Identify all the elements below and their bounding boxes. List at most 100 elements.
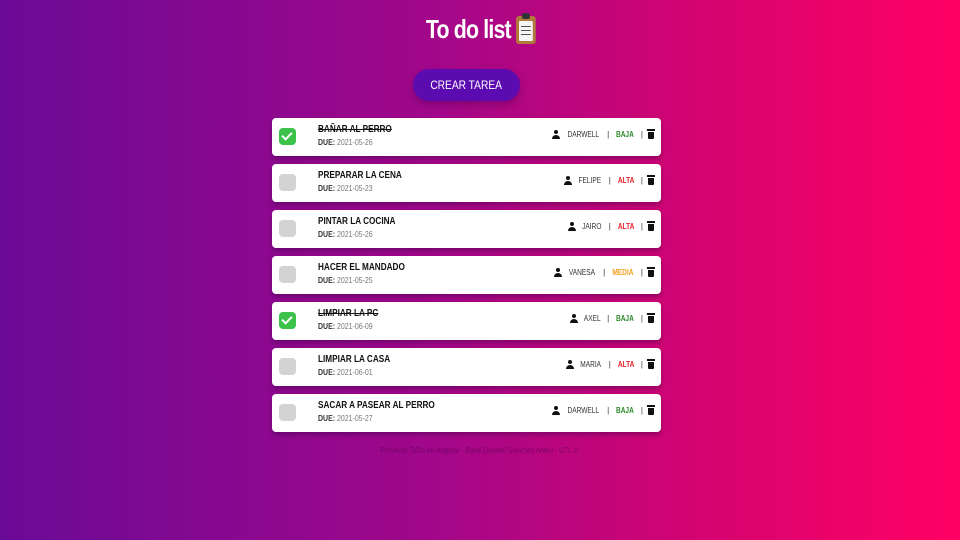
separator: | [640, 176, 643, 185]
task-name: LIMPIAR LA CASA [318, 354, 391, 365]
task-priority: BAJA [616, 314, 634, 323]
due-label: DUE: [318, 321, 336, 331]
task-meta: DARWELL | BAJA | [551, 129, 655, 139]
task-body: SACAR A PASEAR AL PERRO DUE: 2021-05-27 [318, 400, 460, 424]
task-body: PINTAR LA COCINA DUE: 2021-05-26 [318, 216, 412, 240]
trash-icon[interactable] [647, 129, 655, 139]
due-label: DUE: [318, 367, 336, 377]
task-item[interactable]: LIMPIAR LA PC DUE: 2021-06-09 AXEL | BAJ… [272, 302, 661, 340]
task-name: PINTAR LA COCINA [318, 216, 396, 227]
user-icon [569, 314, 578, 323]
task-meta: DARWELL | BAJA | [551, 405, 655, 415]
task-name: LIMPIAR LA PC [318, 308, 379, 319]
task-checkbox[interactable] [279, 358, 296, 375]
footer-text: Proyecto ToDo en Angular - Bane Darwell … [380, 446, 580, 455]
separator: | [640, 314, 643, 323]
task-meta: FELIPE | ALTA | [564, 175, 655, 185]
separator: | [607, 406, 610, 415]
task-checkbox[interactable] [279, 174, 296, 191]
task-body: HACER EL MANDADO DUE: 2021-05-25 [318, 262, 424, 286]
user-icon [568, 222, 577, 231]
user-icon [566, 360, 575, 369]
task-item[interactable]: PINTAR LA COCINA DUE: 2021-05-26 JAIRO |… [272, 210, 661, 248]
task-checkbox[interactable] [279, 404, 296, 421]
create-task-button[interactable]: CREAR TAREA [413, 69, 520, 101]
page-title-text: To do list [426, 14, 512, 44]
task-body: BAÑAR AL PERRO DUE: 2021-05-26 [318, 124, 408, 148]
task-priority: ALTA [617, 176, 635, 185]
task-assignee: DARWELL [566, 130, 599, 139]
due-label: DUE: [318, 413, 336, 423]
task-item[interactable]: LIMPIAR LA CASA DUE: 2021-06-01 MARIA | … [272, 348, 661, 386]
create-task-button-label: CREAR TAREA [430, 78, 503, 92]
footer: Proyecto ToDo en Angular - Bane Darwell … [0, 446, 960, 455]
task-due: DUE: 2021-06-09 [318, 320, 378, 332]
user-icon [551, 130, 560, 139]
task-meta: JAIRO | ALTA | [568, 221, 655, 231]
due-label: DUE: [318, 229, 336, 239]
task-assignee: VANESA [569, 268, 596, 277]
task-due-date: 2021-06-01 [336, 367, 373, 377]
separator: | [608, 222, 611, 231]
separator: | [640, 406, 643, 415]
trash-icon[interactable] [647, 175, 655, 185]
task-assignee: MARIA [580, 360, 602, 369]
separator: | [607, 314, 610, 323]
separator: | [640, 360, 643, 369]
task-meta: VANESA | MEDIA | [554, 267, 655, 277]
header: To do list [0, 12, 960, 45]
task-checkbox[interactable] [279, 266, 296, 283]
trash-icon[interactable] [647, 405, 655, 415]
task-name: SACAR A PASEAR AL PERRO [318, 400, 435, 411]
separator: | [640, 130, 643, 139]
task-due-date: 2021-05-23 [336, 183, 373, 193]
task-due: DUE: 2021-05-26 [318, 136, 392, 148]
task-assignee: DARWELL [566, 406, 599, 415]
task-priority: ALTA [617, 222, 635, 231]
task-name: HACER EL MANDADO [318, 262, 405, 273]
task-due: DUE: 2021-05-25 [318, 274, 405, 286]
task-name: BAÑAR AL PERRO [318, 124, 392, 135]
task-assignee: FELIPE [578, 176, 602, 185]
separator: | [640, 268, 643, 277]
task-item[interactable]: PREPARAR LA CENA DUE: 2021-05-23 FELIPE … [272, 164, 661, 202]
task-due: DUE: 2021-05-23 [318, 182, 402, 194]
task-checkbox[interactable] [279, 312, 296, 329]
user-icon [564, 176, 573, 185]
task-item[interactable]: SACAR A PASEAR AL PERRO DUE: 2021-05-27 … [272, 394, 661, 432]
task-assignee: JAIRO [582, 222, 602, 231]
trash-icon[interactable] [647, 221, 655, 231]
trash-icon[interactable] [647, 267, 655, 277]
task-due: DUE: 2021-05-27 [318, 412, 435, 424]
due-label: DUE: [318, 275, 336, 285]
task-due-date: 2021-05-25 [336, 275, 373, 285]
user-icon [551, 406, 560, 415]
task-due-date: 2021-05-27 [336, 413, 373, 423]
task-assignee: AXEL [583, 314, 601, 323]
task-priority: BAJA [616, 130, 634, 139]
task-item[interactable]: HACER EL MANDADO DUE: 2021-05-25 VANESA … [272, 256, 661, 294]
task-due: DUE: 2021-05-26 [318, 228, 395, 240]
task-meta: MARIA | ALTA | [566, 359, 655, 369]
clipboard-icon [515, 12, 536, 44]
task-item[interactable]: BAÑAR AL PERRO DUE: 2021-05-26 DARWELL |… [272, 118, 661, 156]
task-body: LIMPIAR LA CASA DUE: 2021-06-01 [318, 354, 406, 378]
separator: | [603, 268, 606, 277]
task-list: BAÑAR AL PERRO DUE: 2021-05-26 DARWELL |… [272, 118, 661, 440]
task-meta: AXEL | BAJA | [569, 313, 655, 323]
task-due: DUE: 2021-06-01 [318, 366, 390, 378]
task-body: LIMPIAR LA PC DUE: 2021-06-09 [318, 308, 392, 332]
task-priority: BAJA [616, 406, 634, 415]
trash-icon[interactable] [647, 359, 655, 369]
separator: | [640, 222, 643, 231]
trash-icon[interactable] [647, 313, 655, 323]
task-priority: ALTA [617, 360, 635, 369]
due-label: DUE: [318, 137, 336, 147]
task-name: PREPARAR LA CENA [318, 170, 402, 181]
separator: | [608, 360, 611, 369]
task-checkbox[interactable] [279, 128, 296, 145]
page-title: To do list [426, 12, 536, 45]
task-checkbox[interactable] [279, 220, 296, 237]
task-due-date: 2021-05-26 [336, 137, 373, 147]
task-due-date: 2021-06-09 [336, 321, 373, 331]
